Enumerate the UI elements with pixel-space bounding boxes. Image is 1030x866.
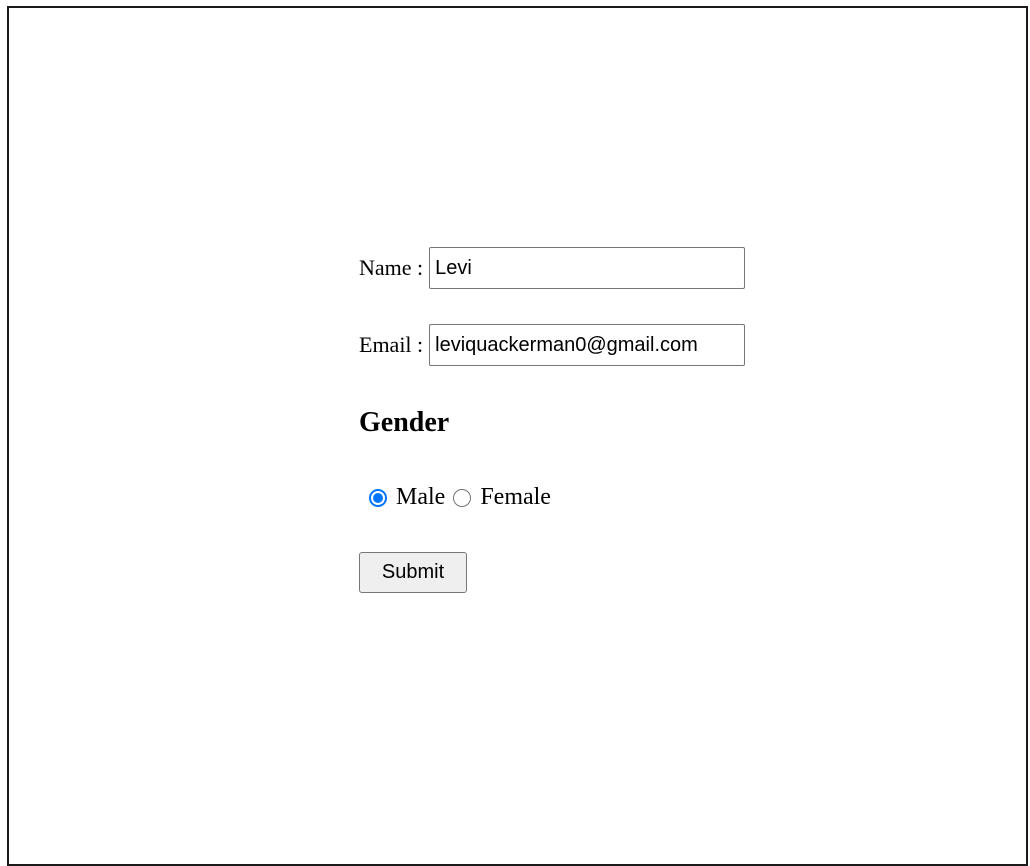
registration-form: Name : Email : Gender Male Female Submit [359, 247, 746, 593]
name-row: Name : [359, 247, 746, 289]
submit-button[interactable]: Submit [359, 552, 467, 593]
email-row: Email : [359, 324, 746, 366]
male-radio[interactable] [369, 488, 387, 507]
name-input[interactable] [429, 247, 746, 289]
email-label: Email : [359, 332, 424, 357]
female-radio[interactable] [453, 488, 472, 507]
email-input[interactable] [429, 324, 746, 366]
gender-heading: Gender [359, 407, 450, 438]
female-label: Female [480, 484, 551, 510]
name-label: Name : [359, 255, 424, 280]
page-frame [7, 6, 1028, 866]
gender-options: Male Female [369, 484, 559, 511]
male-label: Male [396, 484, 446, 510]
